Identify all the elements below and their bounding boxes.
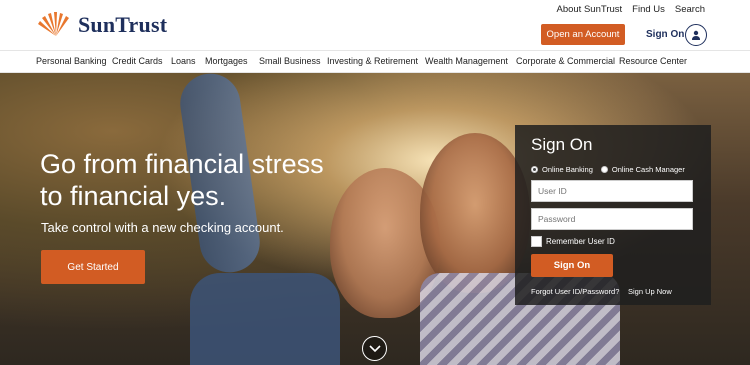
nav-item-investing-retirement[interactable]: Investing & Retirement xyxy=(327,56,418,66)
hero-headline: Go from financial stress to financial ye… xyxy=(40,148,324,212)
remember-user-id-label: Remember User ID xyxy=(546,237,615,246)
remember-user-id-checkbox[interactable] xyxy=(531,236,542,247)
password-input[interactable] xyxy=(531,208,693,230)
nav-item-loans[interactable]: Loans xyxy=(171,56,196,66)
utility-link-search[interactable]: Search xyxy=(675,4,705,15)
sign-on-button[interactable]: Sign On xyxy=(531,254,613,277)
utility-link-find-us[interactable]: Find Us xyxy=(632,4,665,15)
utility-link-about[interactable]: About SunTrust xyxy=(557,4,623,15)
user-icon xyxy=(692,30,700,40)
sign-up-now-link[interactable]: Sign Up Now xyxy=(628,287,672,296)
radio-label-online-banking: Online Banking xyxy=(542,165,593,174)
hero-photo-jacket xyxy=(190,273,340,365)
hero-banner: Go from financial stress to financial ye… xyxy=(0,73,750,365)
nav-item-resource-center[interactable]: Resource Center xyxy=(619,56,687,66)
radio-label-online-cash-manager: Online Cash Manager xyxy=(611,165,685,174)
utility-links: About SunTrust Find Us Search xyxy=(557,4,706,15)
nav-item-mortgages[interactable]: Mortgages xyxy=(205,56,248,66)
sign-on-panel: Sign On Online Banking Online Cash Manag… xyxy=(515,125,711,305)
user-id-input[interactable] xyxy=(531,180,693,202)
sign-on-title: Sign On xyxy=(531,135,593,154)
nav-item-small-business[interactable]: Small Business xyxy=(259,56,321,66)
remember-user-id: Remember User ID xyxy=(531,236,615,247)
account-type-options: Online Banking Online Cash Manager xyxy=(531,165,685,174)
nav-item-wealth-management[interactable]: Wealth Management xyxy=(425,56,508,66)
hero-photo-man xyxy=(420,133,530,293)
hero-headline-line2: to financial yes. xyxy=(40,181,227,211)
nav-item-personal-banking[interactable]: Personal Banking xyxy=(36,56,107,66)
nav-item-corporate-commercial[interactable]: Corporate & Commercial xyxy=(516,56,615,66)
brand-name: SunTrust xyxy=(78,12,168,37)
hero-headline-line1: Go from financial stress xyxy=(40,149,324,179)
main-nav: Personal Banking Credit Cards Loans Mort… xyxy=(0,50,750,73)
forgot-credentials-link[interactable]: Forgot User ID/Password? xyxy=(531,287,619,296)
chevron-down-icon xyxy=(368,344,381,352)
sunburst-logo-icon xyxy=(38,12,69,36)
get-started-button[interactable]: Get Started xyxy=(41,250,145,284)
nav-item-credit-cards[interactable]: Credit Cards xyxy=(112,56,163,66)
radio-online-cash-manager[interactable] xyxy=(600,166,608,173)
site-header: SunTrust About SunTrust Find Us Search O… xyxy=(0,0,750,50)
suntrust-logo[interactable]: SunTrust xyxy=(36,10,167,38)
scroll-down-button[interactable] xyxy=(362,336,387,361)
hero-subhead: Take control with a new checking account… xyxy=(41,220,284,235)
user-account-button[interactable] xyxy=(685,24,707,46)
open-account-button[interactable]: Open an Account xyxy=(541,24,625,45)
header-sign-on-link[interactable]: Sign On xyxy=(646,29,684,40)
radio-online-banking[interactable] xyxy=(531,166,538,173)
